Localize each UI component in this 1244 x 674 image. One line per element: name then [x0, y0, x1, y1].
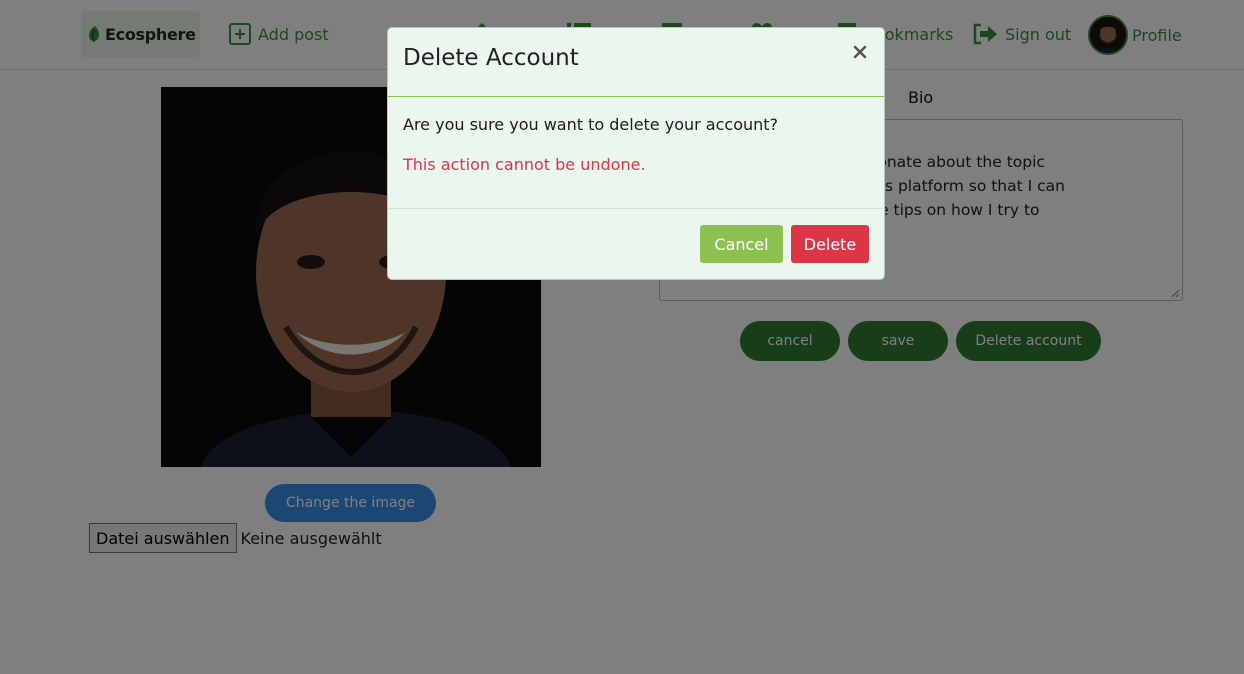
- delete-account-modal: Delete Account Are you sure you want to …: [387, 27, 885, 280]
- close-button[interactable]: [852, 44, 868, 60]
- modal-delete-button[interactable]: Delete: [791, 225, 869, 263]
- modal-title: Delete Account: [403, 45, 579, 71]
- modal-warning: This action cannot be undone.: [403, 155, 646, 174]
- modal-question: Are you sure you want to delete your acc…: [403, 115, 779, 134]
- modal-body: Are you sure you want to delete your acc…: [388, 98, 884, 209]
- close-icon: [853, 45, 867, 59]
- modal-header: Delete Account: [388, 28, 884, 97]
- modal-footer: Cancel Delete: [388, 210, 884, 279]
- modal-cancel-button[interactable]: Cancel: [700, 225, 783, 263]
